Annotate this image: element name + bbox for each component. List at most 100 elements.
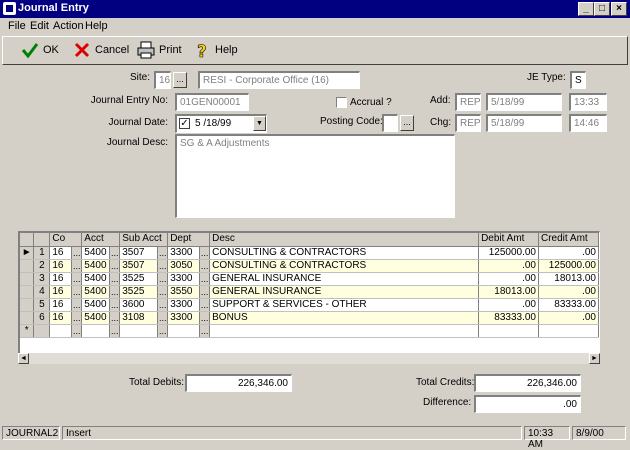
journal-entry-no-field[interactable]: 01GEN00001 xyxy=(175,93,249,111)
cell-acct-lookup-button[interactable]: ... xyxy=(109,285,121,299)
cell-acct-lookup-button[interactable]: ... xyxy=(109,272,121,286)
row-indicator[interactable] xyxy=(20,272,35,286)
column-header-debit-amt[interactable]: Debit Amt xyxy=(478,233,539,247)
cell-co[interactable]: 16 xyxy=(49,311,73,325)
table-row[interactable]: 3 16... 5400... 3525... 3300... GENERAL INSUR… xyxy=(20,272,599,286)
table-row[interactable]: 2 16... 5400... 3507... 3050... CONSULTING & … xyxy=(20,259,599,273)
minimize-button[interactable]: _ xyxy=(578,2,594,16)
cell-acct[interactable]: 5400 xyxy=(81,246,111,260)
cell-debit-amt[interactable]: .00 xyxy=(478,298,539,312)
cell-credit-amt[interactable]: 125000.00 xyxy=(538,259,599,273)
cell-co[interactable]: 16 xyxy=(49,285,73,299)
column-header-acct[interactable]: Acct xyxy=(81,233,121,247)
cell-credit-amt[interactable]: 18013.00 xyxy=(538,272,599,286)
cell-credit-amt[interactable]: .00 xyxy=(538,285,599,299)
cell-debit-amt[interactable]: 125000.00 xyxy=(478,246,539,260)
date-dropdown-button[interactable]: ▼ xyxy=(253,116,266,131)
print-button[interactable]: Print xyxy=(133,38,185,64)
cell-desc[interactable]: SUPPORT & SERVICES - OTHER xyxy=(209,298,480,312)
table-row[interactable]: 6 16... 5400... 3108... 3300... BONUS 83333.00… xyxy=(20,311,599,325)
cell-credit-amt[interactable]: .00 xyxy=(538,246,599,260)
help-button[interactable]: ? Help xyxy=(189,38,238,64)
menu-action[interactable]: Action xyxy=(53,20,84,32)
column-header-co[interactable]: Co xyxy=(49,233,83,247)
cell-dept-lookup-button[interactable]: ... xyxy=(199,272,211,286)
posting-code-lookup-button[interactable]: ... xyxy=(400,115,414,131)
cell-sub-acct-lookup-button[interactable]: ... xyxy=(157,298,169,312)
cell-dept-lookup-button[interactable]: ... xyxy=(199,324,211,338)
row-indicator[interactable] xyxy=(20,285,35,299)
posting-code-field[interactable] xyxy=(382,114,398,132)
cell-sub-acct-lookup-button[interactable]: ... xyxy=(157,311,169,325)
scroll-left-arrow-icon[interactable]: ◄ xyxy=(18,353,29,364)
cell-co-lookup-button[interactable]: ... xyxy=(71,285,83,299)
cell-debit-amt[interactable] xyxy=(478,324,539,338)
journal-date-checkbox[interactable]: ✓ xyxy=(179,118,190,129)
horizontal-scrollbar[interactable]: ◄ ► xyxy=(18,353,600,364)
cell-co[interactable]: 16 xyxy=(49,259,73,273)
table-row[interactable]: 4 16... 5400... 3525... 3550... GENERAL INSUR… xyxy=(20,285,599,299)
site-code-field[interactable]: 16 xyxy=(154,71,171,89)
row-indicator[interactable] xyxy=(20,311,35,325)
column-header-desc[interactable]: Desc xyxy=(209,233,480,247)
cell-acct[interactable]: 5400 xyxy=(81,272,111,286)
close-button[interactable]: × xyxy=(611,2,627,16)
cell-acct-lookup-button[interactable]: ... xyxy=(109,259,121,273)
cell-sub-acct[interactable]: 3507 xyxy=(119,259,159,273)
site-name-field[interactable]: RESI - Corporate Office (16) xyxy=(198,71,360,89)
journal-desc-textarea[interactable]: SG & A Adjustments xyxy=(175,134,455,218)
cell-co-lookup-button[interactable]: ... xyxy=(71,311,83,325)
menu-file[interactable]: File xyxy=(8,20,26,32)
cell-dept-lookup-button[interactable]: ... xyxy=(199,311,211,325)
cell-sub-acct[interactable]: 3600 xyxy=(119,298,159,312)
maximize-button[interactable]: □ xyxy=(594,2,610,16)
cell-dept[interactable] xyxy=(167,324,201,338)
cell-acct[interactable] xyxy=(81,324,111,338)
menu-help[interactable]: Help xyxy=(85,20,108,32)
table-row[interactable]: 5 16... 5400... 3600... 3300... SUPPORT & SER… xyxy=(20,298,599,312)
cell-credit-amt[interactable]: 83333.00 xyxy=(538,298,599,312)
cell-desc[interactable]: CONSULTING & CONTRACTORS xyxy=(209,259,480,273)
cell-sub-acct-lookup-button[interactable]: ... xyxy=(157,272,169,286)
scroll-right-arrow-icon[interactable]: ► xyxy=(589,353,600,364)
cancel-button[interactable]: Cancel xyxy=(69,38,129,64)
new-row[interactable]: *............ xyxy=(20,324,599,338)
cell-credit-amt[interactable]: .00 xyxy=(538,311,599,325)
cell-debit-amt[interactable]: 83333.00 xyxy=(478,311,539,325)
cell-acct[interactable]: 5400 xyxy=(81,298,111,312)
cell-sub-acct[interactable]: 3108 xyxy=(119,311,159,325)
cell-sub-acct[interactable] xyxy=(119,324,159,338)
cell-dept-lookup-button[interactable]: ... xyxy=(199,285,211,299)
cell-acct[interactable]: 5400 xyxy=(81,285,111,299)
menu-edit[interactable]: Edit xyxy=(30,20,49,32)
cell-dept[interactable]: 3300 xyxy=(167,298,201,312)
cell-sub-acct[interactable]: 3507 xyxy=(119,246,159,260)
cell-sub-acct[interactable]: 3525 xyxy=(119,272,159,286)
cell-co[interactable]: 16 xyxy=(49,298,73,312)
row-indicator[interactable] xyxy=(20,298,35,312)
cell-debit-amt[interactable]: .00 xyxy=(478,259,539,273)
cell-co-lookup-button[interactable]: ... xyxy=(71,259,83,273)
cell-debit-amt[interactable]: .00 xyxy=(478,272,539,286)
column-header-sub-acct[interactable]: Sub Acct xyxy=(119,233,169,247)
je-type-field[interactable]: S xyxy=(570,71,586,89)
cell-acct[interactable]: 5400 xyxy=(81,311,111,325)
table-row[interactable]: ► 1 16... 5400... 3507... 3300... CONSULTING &… xyxy=(20,246,599,260)
cell-desc[interactable]: GENERAL INSURANCE xyxy=(209,285,480,299)
cell-dept-lookup-button[interactable]: ... xyxy=(199,298,211,312)
row-indicator[interactable]: ► xyxy=(20,246,35,260)
site-lookup-button[interactable]: ... xyxy=(173,72,187,88)
ok-button[interactable]: OK xyxy=(17,38,67,64)
cell-acct-lookup-button[interactable]: ... xyxy=(109,324,121,338)
cell-acct-lookup-button[interactable]: ... xyxy=(109,311,121,325)
cell-sub-acct-lookup-button[interactable]: ... xyxy=(157,324,169,338)
cell-sub-acct-lookup-button[interactable]: ... xyxy=(157,285,169,299)
cell-acct[interactable]: 5400 xyxy=(81,259,111,273)
cell-dept-lookup-button[interactable]: ... xyxy=(199,259,211,273)
cell-acct-lookup-button[interactable]: ... xyxy=(109,298,121,312)
cell-desc[interactable]: GENERAL INSURANCE xyxy=(209,272,480,286)
cell-sub-acct-lookup-button[interactable]: ... xyxy=(157,246,169,260)
row-indicator[interactable] xyxy=(20,259,35,273)
cell-co[interactable]: 16 xyxy=(49,272,73,286)
cell-co-lookup-button[interactable]: ... xyxy=(71,324,83,338)
